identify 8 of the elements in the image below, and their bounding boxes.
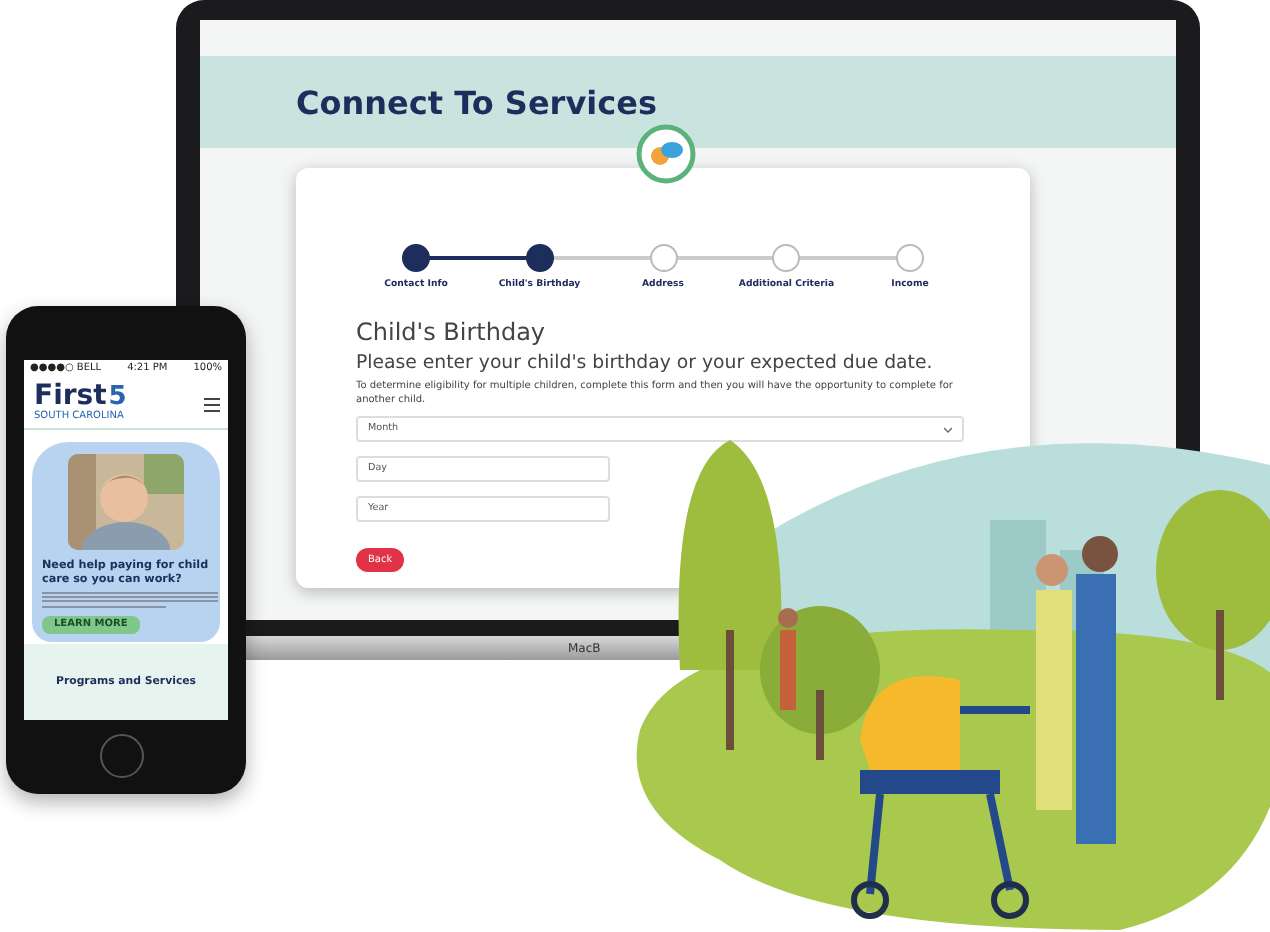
form-subheading: Please enter your child's birthday or your expected due date. bbox=[356, 352, 935, 374]
menu-icon[interactable] bbox=[204, 398, 220, 412]
form-heading: Child's Birthday bbox=[356, 318, 548, 346]
page-title: Connect To Services bbox=[296, 83, 657, 121]
caret-icon bbox=[944, 425, 952, 433]
logo-word: First bbox=[34, 382, 107, 410]
logo-digit: 5 bbox=[108, 384, 127, 410]
home-button[interactable] bbox=[100, 734, 144, 778]
